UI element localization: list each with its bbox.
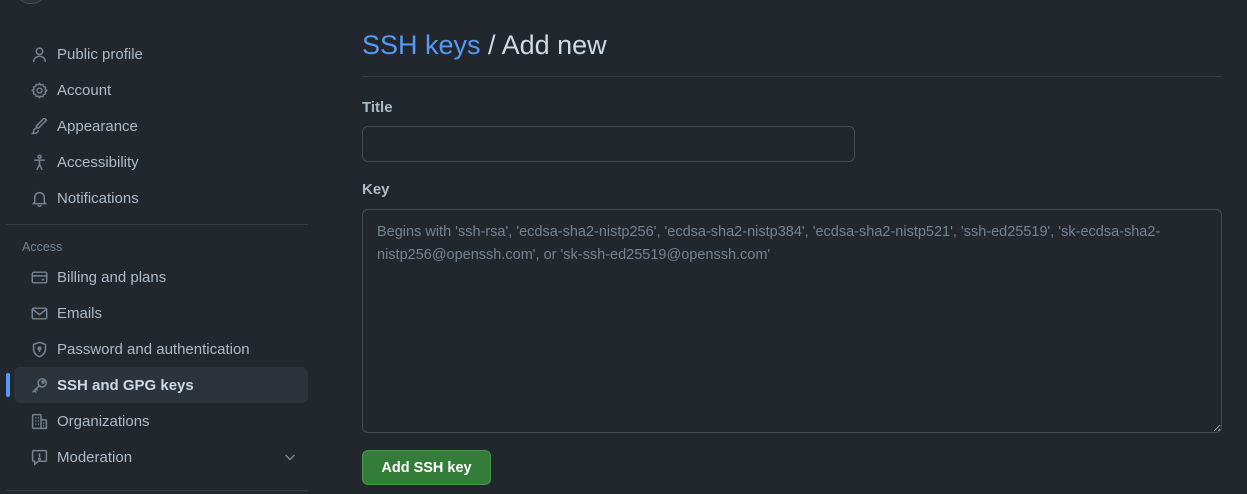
breadcrumb-current: Add new xyxy=(501,30,607,60)
avatar[interactable] xyxy=(16,0,46,4)
sidebar-item-account[interactable]: Account xyxy=(14,72,308,108)
sidebar-item-label: Password and authentication xyxy=(57,340,250,358)
sidebar-item-label: Notifications xyxy=(57,189,139,207)
sidebar-item-ssh-gpg-keys[interactable]: SSH and GPG keys xyxy=(6,367,308,403)
page-title: SSH keys / Add new xyxy=(362,30,607,61)
sidebar-item-organizations[interactable]: Organizations xyxy=(14,403,308,439)
sidebar-item-emails[interactable]: Emails xyxy=(14,295,308,331)
settings-sidebar: Public profile Account Appearance Access… xyxy=(6,36,308,475)
report-icon xyxy=(30,448,48,466)
sidebar-item-appearance[interactable]: Appearance xyxy=(14,108,308,144)
sidebar-section-heading-access: Access xyxy=(22,240,63,254)
sidebar-divider xyxy=(6,224,308,225)
paintbrush-icon xyxy=(30,117,48,135)
title-divider xyxy=(362,76,1222,77)
settings-page: Public profile Account Appearance Access… xyxy=(0,0,1247,494)
breadcrumb-separator: / xyxy=(480,30,502,60)
sidebar-item-label: Billing and plans xyxy=(57,268,167,286)
sidebar-item-password-authentication[interactable]: Password and authentication xyxy=(14,331,308,367)
chevron-down-icon[interactable] xyxy=(282,449,298,465)
title-label: Title xyxy=(362,99,393,116)
bell-icon xyxy=(30,189,48,207)
person-icon xyxy=(30,45,48,63)
key-label: Key xyxy=(362,181,390,198)
sidebar-item-moderation[interactable]: Moderation xyxy=(14,439,308,475)
accessibility-icon xyxy=(30,153,48,171)
key-textarea[interactable] xyxy=(362,209,1222,433)
sidebar-item-label: SSH and GPG keys xyxy=(57,376,194,394)
key-icon xyxy=(30,376,48,394)
sidebar-item-label: Emails xyxy=(57,304,103,322)
sidebar-item-label: Organizations xyxy=(57,412,150,430)
mail-icon xyxy=(30,304,48,322)
breadcrumb-ssh-keys-link[interactable]: SSH keys xyxy=(362,30,481,60)
sidebar-item-label: Public profile xyxy=(57,45,143,63)
sidebar-item-label: Appearance xyxy=(57,117,138,135)
organization-icon xyxy=(30,412,48,430)
credit-card-icon xyxy=(30,268,48,286)
sidebar-item-notifications[interactable]: Notifications xyxy=(14,180,308,216)
title-input[interactable] xyxy=(362,126,855,162)
active-indicator xyxy=(6,373,10,397)
sidebar-item-public-profile[interactable]: Public profile xyxy=(14,36,308,72)
sidebar-item-label: Account xyxy=(57,81,112,99)
sidebar-item-label: Accessibility xyxy=(57,153,139,171)
shield-lock-icon xyxy=(30,340,48,358)
add-ssh-key-button[interactable]: Add SSH key xyxy=(362,450,491,485)
sidebar-divider xyxy=(6,490,308,491)
sidebar-item-billing[interactable]: Billing and plans xyxy=(14,259,308,295)
sidebar-item-label: Moderation xyxy=(57,448,133,466)
gear-icon xyxy=(30,81,48,99)
sidebar-item-accessibility[interactable]: Accessibility xyxy=(14,144,308,180)
